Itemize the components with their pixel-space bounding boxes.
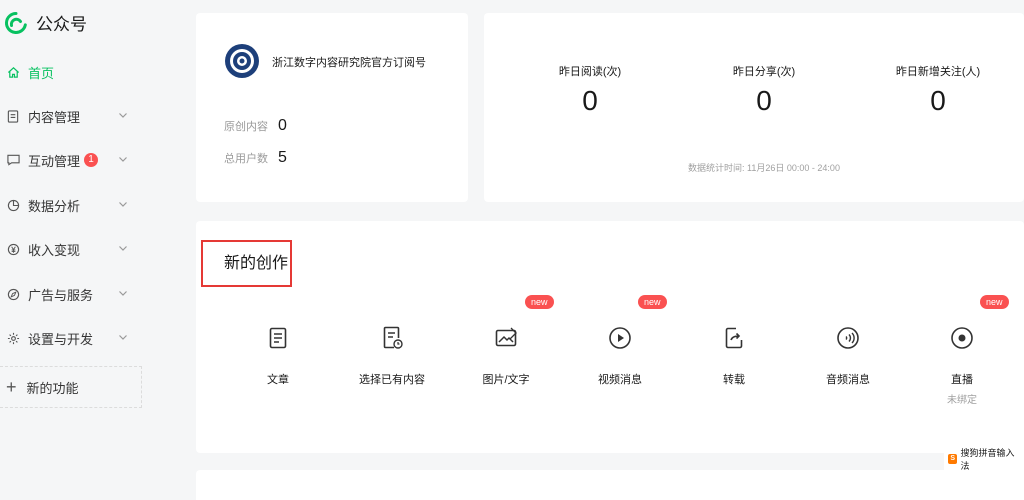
yesterday-reads-value: 0: [582, 85, 598, 116]
total-users-stat: 总用户数 5: [224, 149, 287, 167]
total-users-value: 5: [278, 149, 287, 166]
sidebar-item-settings-dev[interactable]: 设置与开发: [0, 323, 140, 353]
tool-label: 文章: [267, 374, 289, 386]
video-message-button[interactable]: 视频消息: [565, 326, 675, 387]
yesterday-reads-label: 昨日阅读(次): [558, 66, 622, 78]
new-function-label: 新的功能: [26, 380, 79, 396]
new-creation-title: 新的创作: [224, 255, 289, 272]
article-icon: [269, 327, 287, 349]
sidebar-item-ads-services[interactable]: 广告与服务: [0, 279, 140, 309]
plus-icon: +: [6, 377, 17, 397]
yesterday-shares[interactable]: 昨日分享(次) 0: [694, 63, 834, 117]
sidebar-item-label: 设置与开发: [28, 331, 94, 347]
yen-icon: [6, 242, 20, 256]
chevron-down-icon[interactable]: [118, 154, 128, 164]
wechat-official-logo-icon: [5, 11, 27, 34]
audio-icon: [837, 327, 859, 349]
sidebar-item-label: 内容管理: [28, 109, 81, 125]
sidebar-item-home[interactable]: 首页: [0, 57, 140, 87]
sidebar-item-label: 首页: [28, 65, 55, 81]
sidebar-item-interaction[interactable]: 互动管理 1: [0, 145, 140, 175]
chevron-down-icon[interactable]: [118, 332, 128, 342]
chevron-down-icon[interactable]: [118, 199, 128, 209]
compass-icon: [6, 287, 20, 301]
chevron-down-icon[interactable]: [118, 110, 128, 120]
tool-label: 图片/文字: [482, 374, 530, 386]
brand[interactable]: 公众号: [4, 10, 87, 35]
new-tag: new: [980, 295, 1009, 309]
sidebar-item-analytics[interactable]: 数据分析: [0, 190, 140, 220]
pie-chart-icon: [6, 198, 20, 212]
bottom-card: [196, 470, 1024, 500]
ime-label: 搜狗拼音输入法: [960, 448, 1015, 471]
original-content-stat: 原创内容 0: [224, 117, 287, 135]
original-content-label: 原创内容: [224, 121, 268, 133]
new-tag: new: [525, 295, 554, 309]
yesterday-stats-card: 昨日阅读(次) 0 昨日分享(次) 0 昨日新增关注(人) 0 数据统计时间: …: [484, 13, 1024, 202]
sogou-ime-icon: S: [948, 454, 958, 464]
yesterday-shares-value: 0: [756, 85, 772, 116]
yesterday-new-followers-label: 昨日新增关注(人): [895, 66, 981, 78]
total-users-label: 总用户数: [224, 153, 268, 165]
yesterday-new-followers-value: 0: [930, 85, 946, 116]
original-content-value: 0: [278, 117, 287, 134]
existing-content-icon: [383, 326, 403, 349]
tool-label: 音频消息: [826, 374, 870, 386]
live-stream-button[interactable]: 直播 未绑定: [907, 326, 1017, 406]
select-existing-content-button[interactable]: 选择已有内容: [337, 326, 447, 387]
tool-label: 直播: [951, 374, 973, 386]
gear-icon: [6, 331, 20, 345]
notification-badge: 1: [84, 153, 99, 167]
chat-icon: [6, 153, 20, 167]
chevron-down-icon[interactable]: [118, 288, 128, 298]
sidebar: 公众号 首页 内容管理 互动管理 1 数据分析 收入变现 广告与服务 设置与开发…: [0, 0, 148, 500]
document-icon: [6, 109, 20, 123]
repost-button[interactable]: 转载: [679, 326, 789, 387]
audio-message-button[interactable]: 音频消息: [793, 326, 903, 387]
sidebar-item-monetization[interactable]: 收入变现: [0, 234, 140, 264]
home-icon: [6, 65, 20, 79]
avatar[interactable]: [224, 43, 260, 79]
account-name: 浙江数字内容研究院官方订阅号: [272, 57, 426, 69]
stats-time-note: 数据统计时间: 11月26日 00:00 - 24:00: [688, 163, 840, 173]
sidebar-item-label: 广告与服务: [28, 287, 94, 303]
ime-indicator[interactable]: S 搜狗拼音输入法: [944, 444, 1024, 474]
new-tag: new: [638, 295, 667, 309]
yesterday-new-followers[interactable]: 昨日新增关注(人) 0: [868, 63, 1008, 117]
brand-name: 公众号: [36, 15, 87, 34]
new-creation-card: 新的创作 new new new 文章 选择已有内容 图片/文字 视频消息 转载…: [196, 221, 1024, 453]
repost-icon: [725, 327, 743, 349]
yesterday-reads[interactable]: 昨日阅读(次) 0: [520, 63, 660, 117]
yesterday-shares-label: 昨日分享(次): [732, 66, 796, 78]
live-unbound-status: 未绑定: [947, 395, 977, 406]
account-card: 浙江数字内容研究院官方订阅号 原创内容 0 总用户数 5: [196, 13, 468, 202]
chevron-down-icon[interactable]: [118, 243, 128, 253]
sidebar-item-label: 收入变现: [28, 242, 81, 258]
new-function-button[interactable]: + 新的功能: [0, 366, 142, 408]
tool-label: 视频消息: [598, 374, 642, 386]
sidebar-item-label: 互动管理: [28, 153, 81, 169]
live-icon: [951, 327, 973, 349]
tool-label: 选择已有内容: [359, 374, 425, 386]
video-play-icon: [609, 327, 631, 349]
image-text-button[interactable]: 图片/文字: [451, 326, 561, 387]
image-text-icon: [495, 327, 517, 347]
create-article-button[interactable]: 文章: [223, 326, 333, 387]
sidebar-item-content[interactable]: 内容管理: [0, 101, 140, 131]
sidebar-item-label: 数据分析: [28, 198, 81, 214]
tool-label: 转载: [723, 374, 745, 386]
